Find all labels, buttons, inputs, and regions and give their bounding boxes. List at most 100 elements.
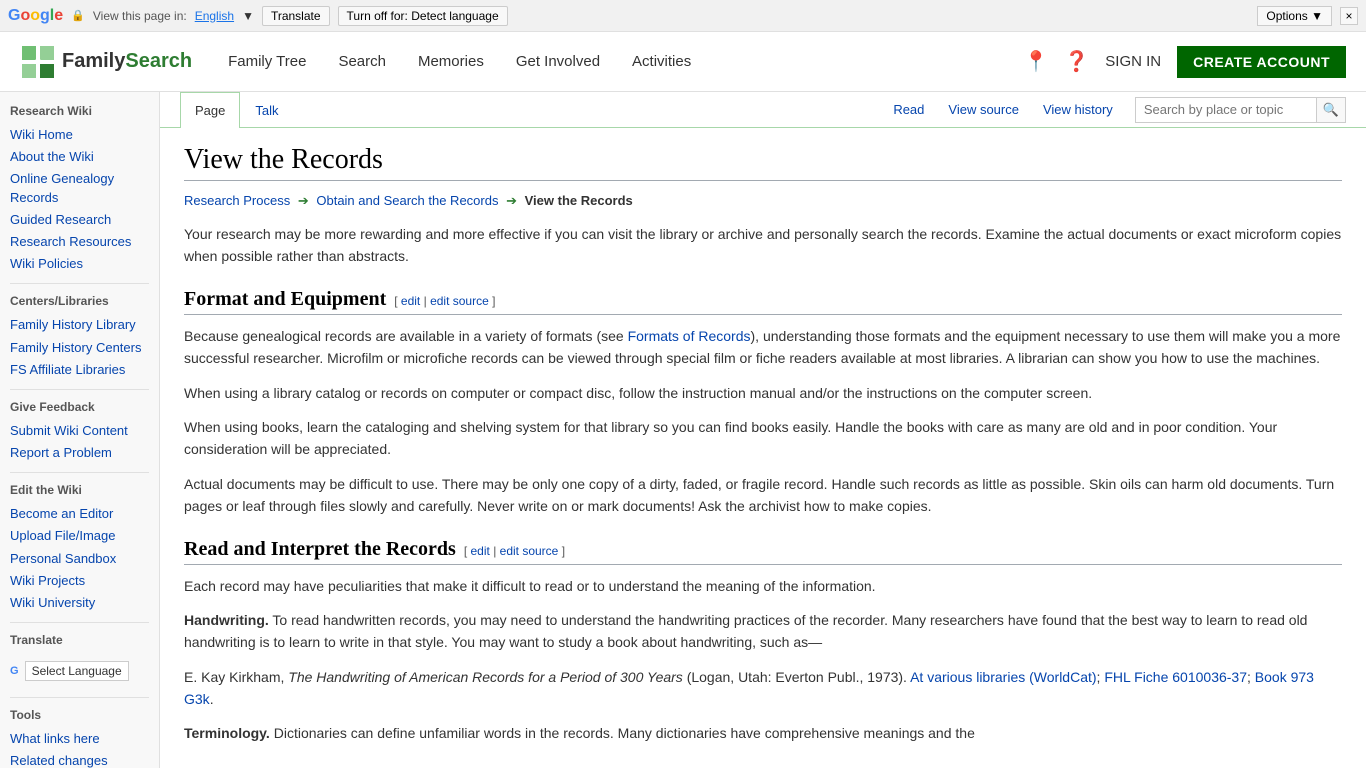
sidebar-become-editor[interactable]: Become an Editor (10, 503, 149, 525)
section1-edit-source-link[interactable]: edit source (430, 294, 489, 308)
sidebar-divider-2 (10, 389, 149, 390)
sidebar-section-translate: Translate (10, 633, 149, 647)
sidebar-section-edit: Edit the Wiki (10, 483, 149, 497)
breadcrumb-arrow-2: ➔ (506, 193, 521, 208)
location-icon-button[interactable]: 📍 (1023, 49, 1048, 74)
sidebar-wiki-home[interactable]: Wiki Home (10, 124, 149, 146)
sidebar-upload-file[interactable]: Upload File/Image (10, 525, 149, 547)
tab-view-source[interactable]: View source (936, 94, 1031, 125)
nav-search[interactable]: Search (322, 32, 402, 92)
section1-para3: When using books, learn the cataloging a… (184, 416, 1342, 461)
familysearch-logo-icon: ✦ (20, 44, 56, 80)
book-details: (Logan, Utah: Everton Publ., 1973). (683, 669, 910, 685)
svg-text:✦: ✦ (32, 53, 44, 69)
nav-memories[interactable]: Memories (402, 32, 500, 92)
translate-language-link[interactable]: English (195, 9, 234, 23)
book-title: The Handwriting of American Records for … (288, 669, 683, 685)
select-language-button[interactable]: Select Language (25, 661, 129, 681)
sidebar-wiki-projects[interactable]: Wiki Projects (10, 570, 149, 592)
help-icon-button[interactable]: ❓ (1064, 49, 1089, 74)
breadcrumb: Research Process ➔ Obtain and Search the… (184, 193, 1342, 209)
translate-section: G Select Language (10, 653, 149, 689)
breadcrumb-arrow-1: ➔ (298, 193, 313, 208)
handwriting-label: Handwriting. (184, 612, 269, 628)
sign-in-button[interactable]: SIGN IN (1105, 53, 1161, 70)
google-small-logo: G (10, 665, 19, 677)
article-intro: Your research may be more rewarding and … (184, 223, 1342, 268)
section2-book-ref: E. Kay Kirkham, The Handwriting of Ameri… (184, 666, 1342, 711)
section2-title: Read and Interpret the Records [ edit | … (184, 538, 1342, 565)
sidebar-divider-1 (10, 283, 149, 284)
section2-terminology-para: Terminology. Dictionaries can define unf… (184, 722, 1342, 744)
content-wrapper: Research Wiki Wiki Home About the Wiki O… (0, 92, 1366, 768)
tab-page[interactable]: Page (180, 92, 240, 128)
sidebar-wiki-policies[interactable]: Wiki Policies (10, 253, 149, 275)
breadcrumb-obtain-search[interactable]: Obtain and Search the Records (316, 193, 498, 208)
tab-view-history[interactable]: View history (1031, 94, 1125, 125)
formats-of-records-link[interactable]: Formats of Records (628, 328, 751, 344)
sidebar-what-links[interactable]: What links here (10, 728, 149, 750)
wiki-search-box: 🔍 (1135, 97, 1346, 123)
sidebar-family-history-library[interactable]: Family History Library (10, 314, 149, 336)
breadcrumb-research-process[interactable]: Research Process (184, 193, 290, 208)
section2-para1: Each record may have peculiarities that … (184, 575, 1342, 597)
wiki-search-input[interactable] (1136, 100, 1316, 119)
google-logo: Google (8, 7, 63, 25)
page-tabs: Page Talk Read View source View history … (160, 92, 1366, 128)
main-header: ✦ FamilySearch Family Tree Search Memori… (0, 32, 1366, 92)
nav-activities[interactable]: Activities (616, 32, 707, 92)
sidebar-divider-4 (10, 622, 149, 623)
google-translate-widget: G Select Language (10, 661, 149, 681)
section2-edit-source-link[interactable]: edit source (500, 544, 559, 558)
turn-off-button[interactable]: Turn off for: Detect language (338, 6, 508, 26)
options-button[interactable]: Options ▼ (1257, 6, 1332, 26)
sidebar-section-feedback: Give Feedback (10, 400, 149, 414)
wiki-search-button[interactable]: 🔍 (1316, 98, 1345, 122)
logo-link[interactable]: ✦ FamilySearch (20, 44, 192, 80)
tab-talk[interactable]: Talk (240, 92, 293, 128)
sidebar: Research Wiki Wiki Home About the Wiki O… (0, 92, 160, 768)
sidebar-personal-sandbox[interactable]: Personal Sandbox (10, 548, 149, 570)
main-nav: Family Tree Search Memories Get Involved… (212, 32, 1023, 92)
section2-edit-links: [ edit | edit source ] (464, 544, 565, 558)
nav-family-tree[interactable]: Family Tree (212, 32, 322, 92)
sidebar-family-history-centers[interactable]: Family History Centers (10, 337, 149, 359)
sidebar-report-problem[interactable]: Report a Problem (10, 442, 149, 464)
translate-button[interactable]: Translate (262, 6, 330, 26)
main-content: Page Talk Read View source View history … (160, 92, 1366, 768)
section1-para1: Because genealogical records are availab… (184, 325, 1342, 370)
section1-title: Format and Equipment [ edit | edit sourc… (184, 288, 1342, 315)
breadcrumb-current: View the Records (525, 193, 633, 208)
tab-read[interactable]: Read (881, 94, 936, 125)
section1-edit-links: [ edit | edit source ] (394, 294, 495, 308)
lock-icon: 🔒 (71, 9, 85, 22)
sidebar-section-research-wiki: Research Wiki (10, 104, 149, 118)
section2-edit-link[interactable]: edit (471, 544, 490, 558)
book-author: E. Kay Kirkham, (184, 669, 288, 685)
sidebar-fs-affiliate[interactable]: FS Affiliate Libraries (10, 359, 149, 381)
sidebar-guided-research[interactable]: Guided Research (10, 209, 149, 231)
sidebar-divider-3 (10, 472, 149, 473)
translate-bar: Google 🔒 View this page in: English ▼ Tr… (0, 0, 1366, 32)
nav-get-involved[interactable]: Get Involved (500, 32, 616, 92)
sidebar-section-tools: Tools (10, 708, 149, 722)
fhl-link[interactable]: FHL Fiche 6010036-37 (1104, 669, 1247, 685)
section1-edit-link[interactable]: edit (401, 294, 420, 308)
terminology-label: Terminology. (184, 725, 270, 741)
header-actions: 📍 ❓ SIGN IN CREATE ACCOUNT (1023, 46, 1346, 78)
sidebar-wiki-university[interactable]: Wiki University (10, 592, 149, 614)
close-button[interactable]: × (1340, 7, 1358, 25)
create-account-button[interactable]: CREATE ACCOUNT (1177, 46, 1346, 78)
sidebar-about-wiki[interactable]: About the Wiki (10, 146, 149, 168)
worldcat-link[interactable]: At various libraries (WorldCat) (910, 669, 1096, 685)
section1-para4: Actual documents may be difficult to use… (184, 473, 1342, 518)
sidebar-online-genealogy[interactable]: Online Genealogy Records (10, 168, 149, 208)
article: View the Records Research Process ➔ Obta… (160, 128, 1366, 768)
sidebar-related-changes[interactable]: Related changes (10, 750, 149, 768)
article-title: View the Records (184, 144, 1342, 181)
section1-para2: When using a library catalog or records … (184, 382, 1342, 404)
handwriting-text: To read handwritten records, you may nee… (184, 612, 1307, 650)
sidebar-submit-wiki[interactable]: Submit Wiki Content (10, 420, 149, 442)
sidebar-divider-5 (10, 697, 149, 698)
sidebar-research-resources[interactable]: Research Resources (10, 231, 149, 253)
